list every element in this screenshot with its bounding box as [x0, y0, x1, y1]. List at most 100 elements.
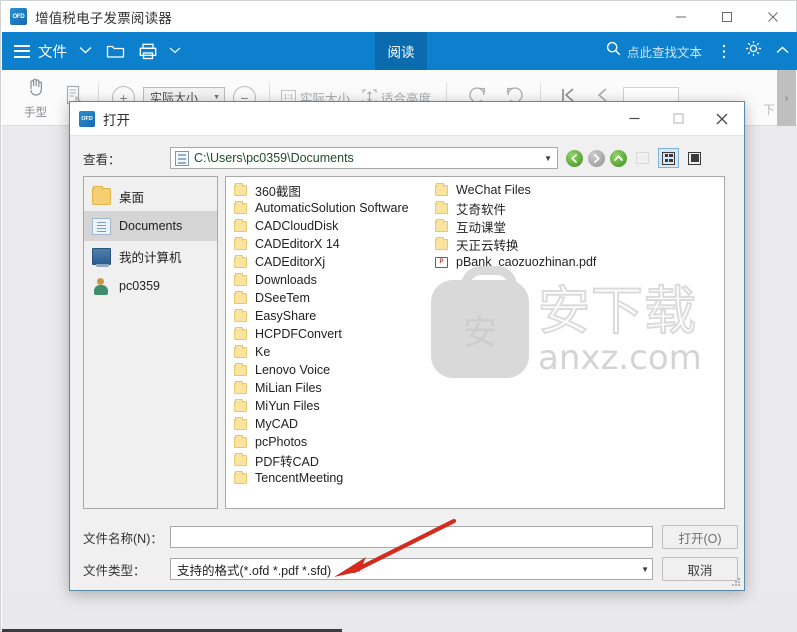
file-list-item[interactable]: HCPDFConvert	[234, 325, 421, 343]
file-list-item[interactable]: CADEditorX 14	[234, 235, 421, 253]
dialog-window-controls	[612, 102, 744, 136]
gear-icon[interactable]	[745, 40, 762, 62]
file-list-item-label: WeChat Files	[456, 183, 531, 197]
sidebar-item-my-computer[interactable]: 我的计算机	[84, 241, 217, 271]
folder-icon	[234, 309, 247, 322]
desktop-folder-icon	[92, 185, 111, 205]
chevron-down-icon[interactable]: ▼	[544, 154, 552, 163]
sidebar-item-label: Documents	[119, 219, 183, 233]
file-list-item-label: PDF转CAD	[255, 454, 319, 469]
more-vertical-icon[interactable]	[718, 44, 731, 59]
dialog-close-button[interactable]	[700, 102, 744, 136]
file-list-item[interactable]: 艾奇软件	[435, 199, 671, 217]
file-column-2: WeChat Files 艾奇软件互动课堂天正云转换 PpBank_caozuozh…	[421, 181, 671, 507]
filename-label: 文件名称(N)：	[83, 531, 163, 546]
file-list-item-label: 天正云转换	[456, 238, 519, 253]
file-list-item[interactable]: Lenovo Voice	[234, 361, 421, 379]
folder-icon	[234, 255, 247, 268]
sidebar-item-user[interactable]: pc0359	[84, 271, 217, 301]
folder-open-icon[interactable]	[106, 43, 125, 59]
pdf-file-icon: P	[435, 256, 448, 268]
folder-icon	[234, 381, 247, 394]
open-button[interactable]: 打开(O)	[662, 525, 738, 549]
file-list-item[interactable]: CADEditorXj	[234, 253, 421, 271]
search-icon	[606, 41, 621, 61]
annotation-arrow	[334, 519, 456, 577]
app-minimize-button[interactable]	[658, 1, 704, 32]
folder-icon	[435, 201, 448, 214]
file-list-item[interactable]: MiLian Files	[234, 379, 421, 397]
filetype-label: 文件类型：	[83, 563, 146, 578]
file-list-item[interactable]: PpBank_caozuozhinan.pdf	[435, 253, 671, 271]
folder-icon	[234, 417, 247, 430]
folder-icon	[234, 471, 247, 484]
ofd-dialog-icon: OFD	[79, 110, 95, 127]
dialog-resize-grip[interactable]	[731, 577, 741, 587]
sidebar-item-desktop[interactable]: 桌面	[84, 181, 217, 211]
cancel-button-label: 取消	[687, 563, 713, 578]
app-maximize-button[interactable]	[704, 1, 750, 32]
sidebar-item-label: pc0359	[119, 279, 161, 293]
printer-icon[interactable]	[139, 43, 157, 60]
dialog-minimize-button[interactable]	[612, 102, 656, 136]
folder-icon	[234, 399, 247, 412]
documents-icon	[92, 217, 111, 235]
detail-view-icon[interactable]	[684, 148, 705, 168]
main-application-window: OFD 增值税电子发票阅读器 文件 阅读 点此查找文本 手型 + 实际大小 ▼ …	[0, 0, 797, 632]
chevron-down-icon[interactable]: ▼	[641, 565, 649, 574]
file-list-item[interactable]: CADCloudDisk	[234, 217, 421, 235]
file-list-item[interactable]: Downloads	[234, 271, 421, 289]
path-combobox[interactable]: C:\Users\pc0359\Documents ▼	[170, 147, 558, 169]
look-in-label: 查看：	[83, 152, 121, 167]
chevron-up-icon[interactable]	[776, 45, 789, 57]
filetype-value: 支持的格式(*.ofd *.pdf *.sfd)	[177, 563, 332, 578]
file-list-item[interactable]: WeChat Files	[435, 181, 671, 199]
chevron-down-icon[interactable]	[79, 45, 92, 57]
shortcut-sidebar: 桌面 Documents 我的计算机 pc0359	[83, 176, 218, 509]
dialog-maximize-button[interactable]	[656, 102, 700, 136]
file-list-item-label: 互动课堂	[456, 220, 507, 235]
file-list-item[interactable]: Ke	[234, 343, 421, 361]
app-close-button[interactable]	[750, 1, 796, 32]
dialog-title: 打开	[103, 112, 130, 128]
file-list-item[interactable]: MyCAD	[234, 415, 421, 433]
back-arrow-icon[interactable]	[566, 149, 583, 167]
file-list-item[interactable]: pcPhotos	[234, 433, 421, 451]
file-list-item[interactable]: AutomaticSolution Software	[234, 199, 421, 217]
tab-read[interactable]: 阅读	[375, 32, 427, 70]
toolbar-overflow-button[interactable]: ›	[777, 70, 796, 126]
file-list-item-label: AutomaticSolution Software	[255, 201, 409, 215]
file-list-item[interactable]: 天正云转换	[435, 235, 671, 253]
file-list-item[interactable]: MiYun Files	[234, 397, 421, 415]
hamburger-icon[interactable]	[14, 44, 30, 58]
app-title: 增值税电子发票阅读器	[35, 10, 172, 26]
file-list-item[interactable]: EasyShare	[234, 307, 421, 325]
folder-icon	[234, 183, 247, 196]
ofd-app-icon: OFD	[10, 8, 27, 25]
file-list-item-label: TencentMeeting	[255, 471, 344, 485]
up-arrow-icon[interactable]	[610, 149, 627, 167]
file-list-item-label: DSeeTem	[255, 291, 310, 305]
file-list-item-label: 艾奇软件	[456, 202, 507, 217]
file-list-item[interactable]: DSeeTem	[234, 289, 421, 307]
file-list-item[interactable]: 360截图	[234, 181, 421, 199]
tab-read-label: 阅读	[387, 45, 415, 60]
search-box[interactable]: 点此查找文本	[606, 41, 702, 61]
file-list-item-label: EasyShare	[255, 309, 317, 323]
file-list-item-label: CADEditorXj	[255, 255, 326, 269]
file-list-pane[interactable]: 安 安下载 anxz.com 360截图 AutomaticSolution So…	[225, 176, 725, 509]
file-list-item[interactable]: PDF转CAD	[234, 451, 421, 469]
sidebar-item-documents[interactable]: Documents	[84, 211, 217, 241]
file-list-item-label: MiYun Files	[255, 399, 320, 413]
hand-tool-button[interactable]: 手型	[16, 71, 55, 125]
file-list-item[interactable]: 互动课堂	[435, 217, 671, 235]
more-caret-icon[interactable]	[169, 45, 181, 57]
cancel-button[interactable]: 取消	[662, 557, 738, 581]
file-column-1: 360截图 AutomaticSolution Software CADCloudD…	[226, 181, 421, 507]
file-list-item[interactable]: TencentMeeting	[234, 469, 421, 487]
path-document-icon	[175, 150, 189, 166]
folder-icon	[435, 219, 448, 232]
file-menu-label[interactable]: 文件	[38, 41, 67, 62]
grid-view-icon[interactable]	[658, 148, 679, 168]
app-titlebar: OFD 增值税电子发票阅读器	[1, 1, 796, 32]
